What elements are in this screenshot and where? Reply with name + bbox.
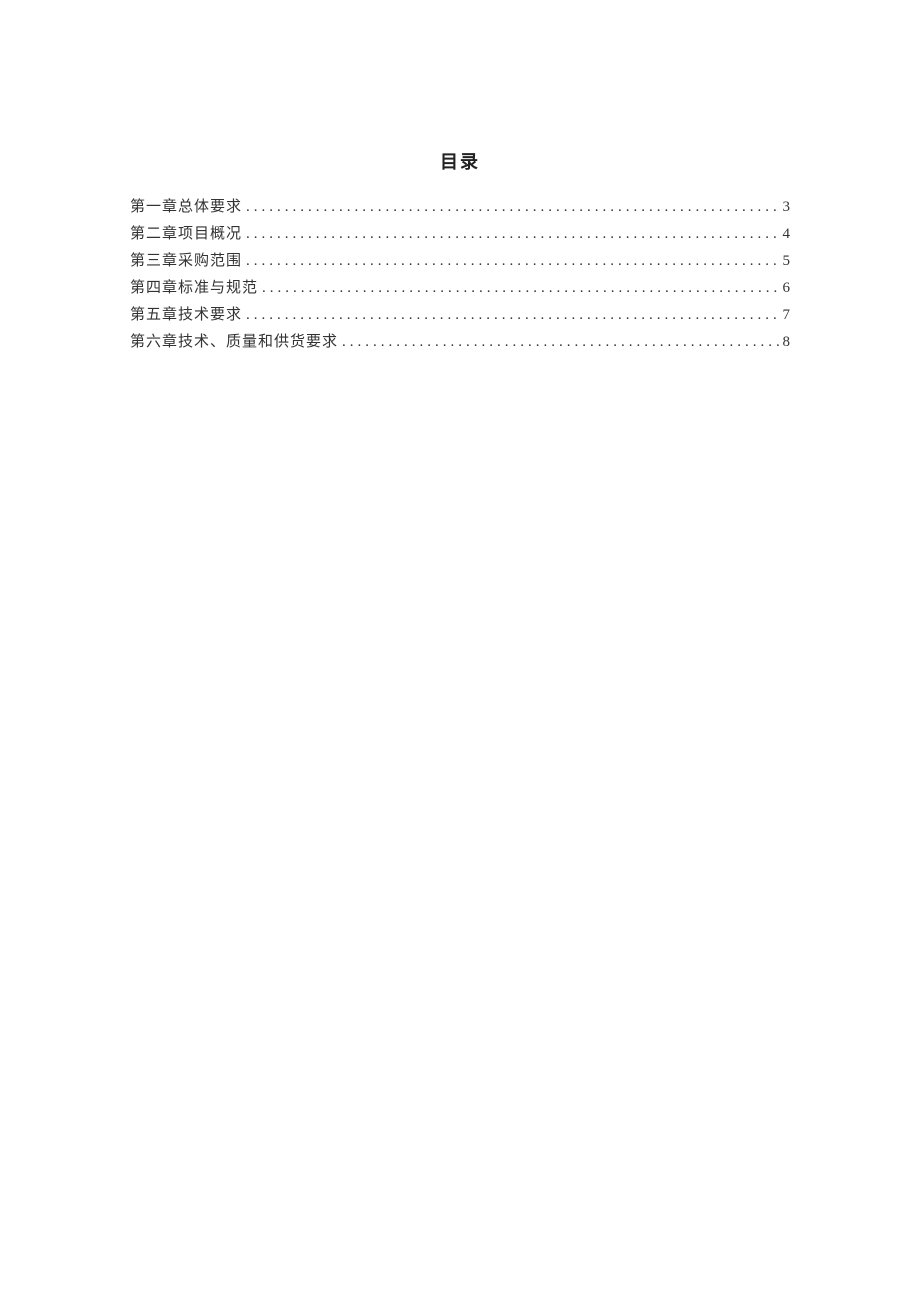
toc-leader-dots — [342, 329, 778, 356]
toc-entry-page: 3 — [783, 194, 791, 221]
toc-entry-page: 5 — [783, 248, 791, 275]
toc-entry-page: 7 — [783, 302, 791, 329]
toc-entry-label: 第一章总体要求 — [130, 194, 242, 221]
toc-leader-dots — [262, 275, 778, 302]
toc-entry-label: 第三章采购范围 — [130, 248, 242, 275]
toc-leader-dots — [246, 302, 778, 329]
toc-entry: 第一章总体要求 3 — [130, 194, 790, 221]
toc-entry-label: 第四章标准与规范 — [130, 275, 258, 302]
toc-leader-dots — [246, 248, 778, 275]
toc-entry: 第六章技术、质量和供货要求 8 — [130, 329, 790, 356]
toc-entry-label: 第五章技术要求 — [130, 302, 242, 329]
toc-entry-page: 8 — [783, 329, 791, 356]
document-page: 目录 第一章总体要求 3 第二章项目概况 4 第三章采购范围 5 第四章标准与规… — [0, 148, 920, 356]
toc-entry: 第二章项目概况 4 — [130, 221, 790, 248]
toc-entry: 第三章采购范围 5 — [130, 248, 790, 275]
toc-title: 目录 — [130, 148, 790, 174]
toc-leader-dots — [246, 221, 778, 248]
toc-entry: 第五章技术要求 7 — [130, 302, 790, 329]
toc-entry: 第四章标准与规范 6 — [130, 275, 790, 302]
toc-entry-page: 4 — [783, 221, 791, 248]
toc-entry-label: 第二章项目概况 — [130, 221, 242, 248]
toc-list: 第一章总体要求 3 第二章项目概况 4 第三章采购范围 5 第四章标准与规范 6… — [130, 194, 790, 356]
toc-entry-page: 6 — [783, 275, 791, 302]
toc-entry-label: 第六章技术、质量和供货要求 — [130, 329, 338, 356]
toc-leader-dots — [246, 194, 778, 221]
